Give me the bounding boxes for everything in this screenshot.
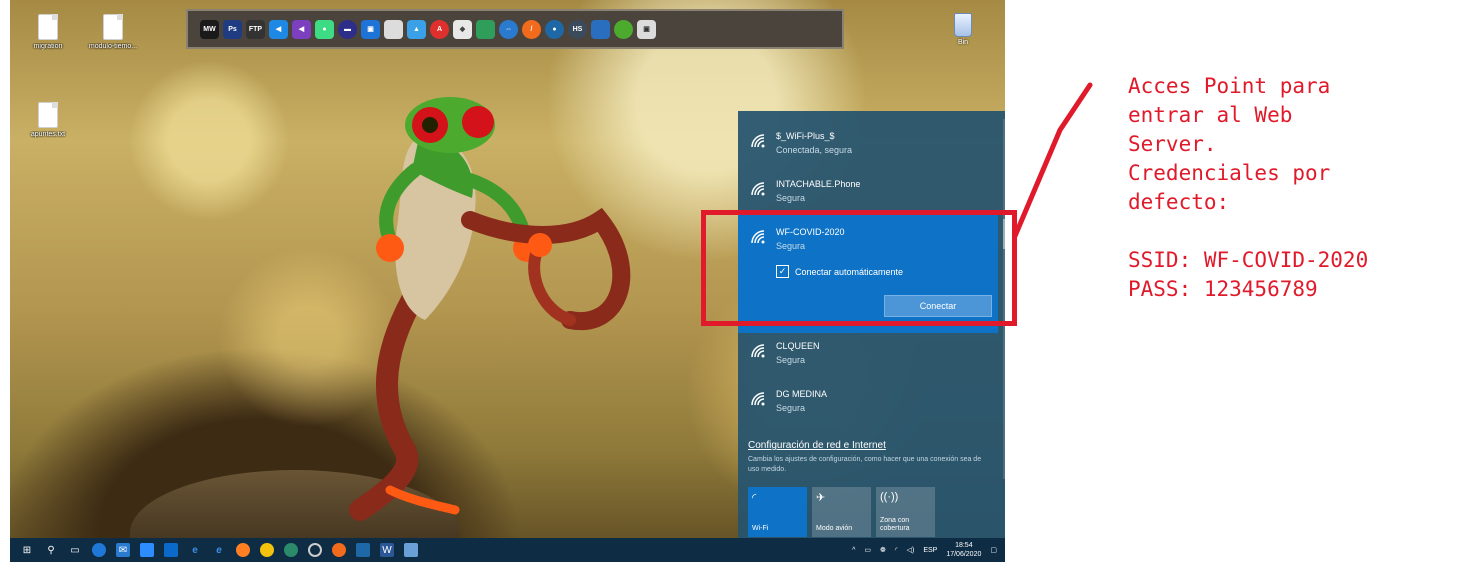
- annotation-text: Acces Point para entrar al Web Server. C…: [1128, 74, 1369, 301]
